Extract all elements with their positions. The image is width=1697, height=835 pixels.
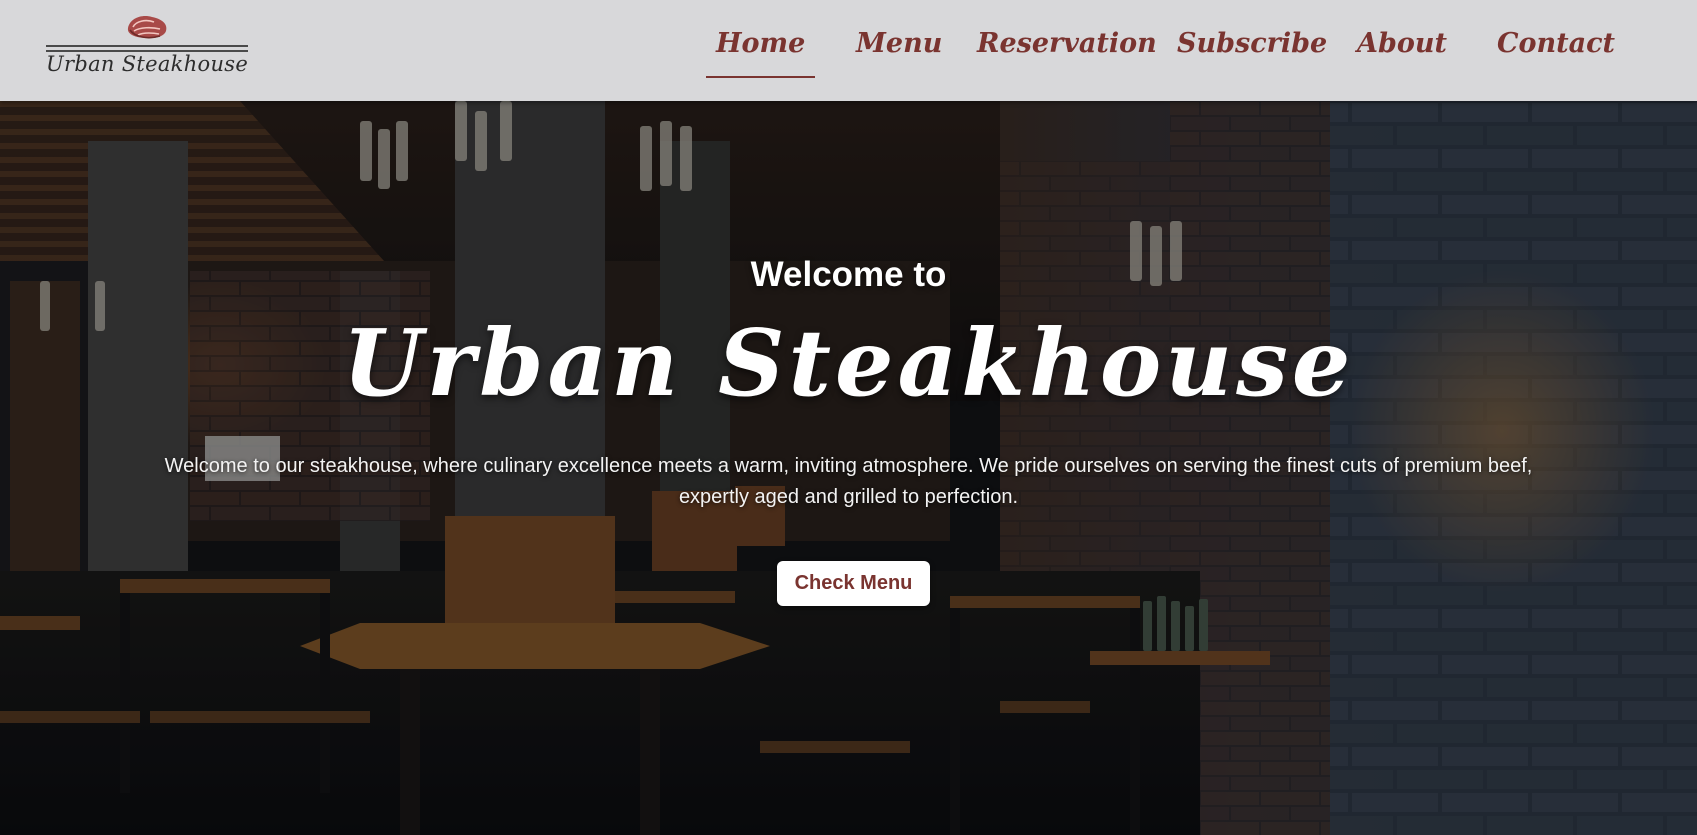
- nav-subscribe[interactable]: Subscribe: [1177, 22, 1327, 78]
- logo-text: Urban Steakhouse: [46, 52, 249, 76]
- hero-welcome-text: Welcome to: [750, 255, 947, 294]
- site-logo[interactable]: Urban Steakhouse: [44, 10, 254, 82]
- nav-about[interactable]: About: [1357, 22, 1447, 78]
- hero-title: Urban Steakhouse: [342, 309, 1355, 417]
- nav-contact[interactable]: Contact: [1497, 22, 1615, 78]
- check-menu-button[interactable]: Check Menu: [777, 561, 930, 606]
- main-nav: Home Menu Reservation Subscribe About Co…: [697, 22, 1697, 82]
- hero-description: Welcome to our steakhouse, where culinar…: [164, 455, 1533, 508]
- nav-home[interactable]: Home: [705, 22, 816, 78]
- nav-reservation[interactable]: Reservation: [977, 22, 1157, 78]
- logo-rule: [46, 45, 248, 47]
- site-header: Urban Steakhouse Home Menu Reservation S…: [0, 0, 1697, 101]
- nav-menu[interactable]: Menu: [856, 22, 942, 78]
- steak-icon: [127, 16, 167, 39]
- page: Urban Steakhouse Home Menu Reservation S…: [0, 0, 1697, 835]
- hero-section: Welcome to Urban Steakhouse Welcome to o…: [0, 101, 1697, 835]
